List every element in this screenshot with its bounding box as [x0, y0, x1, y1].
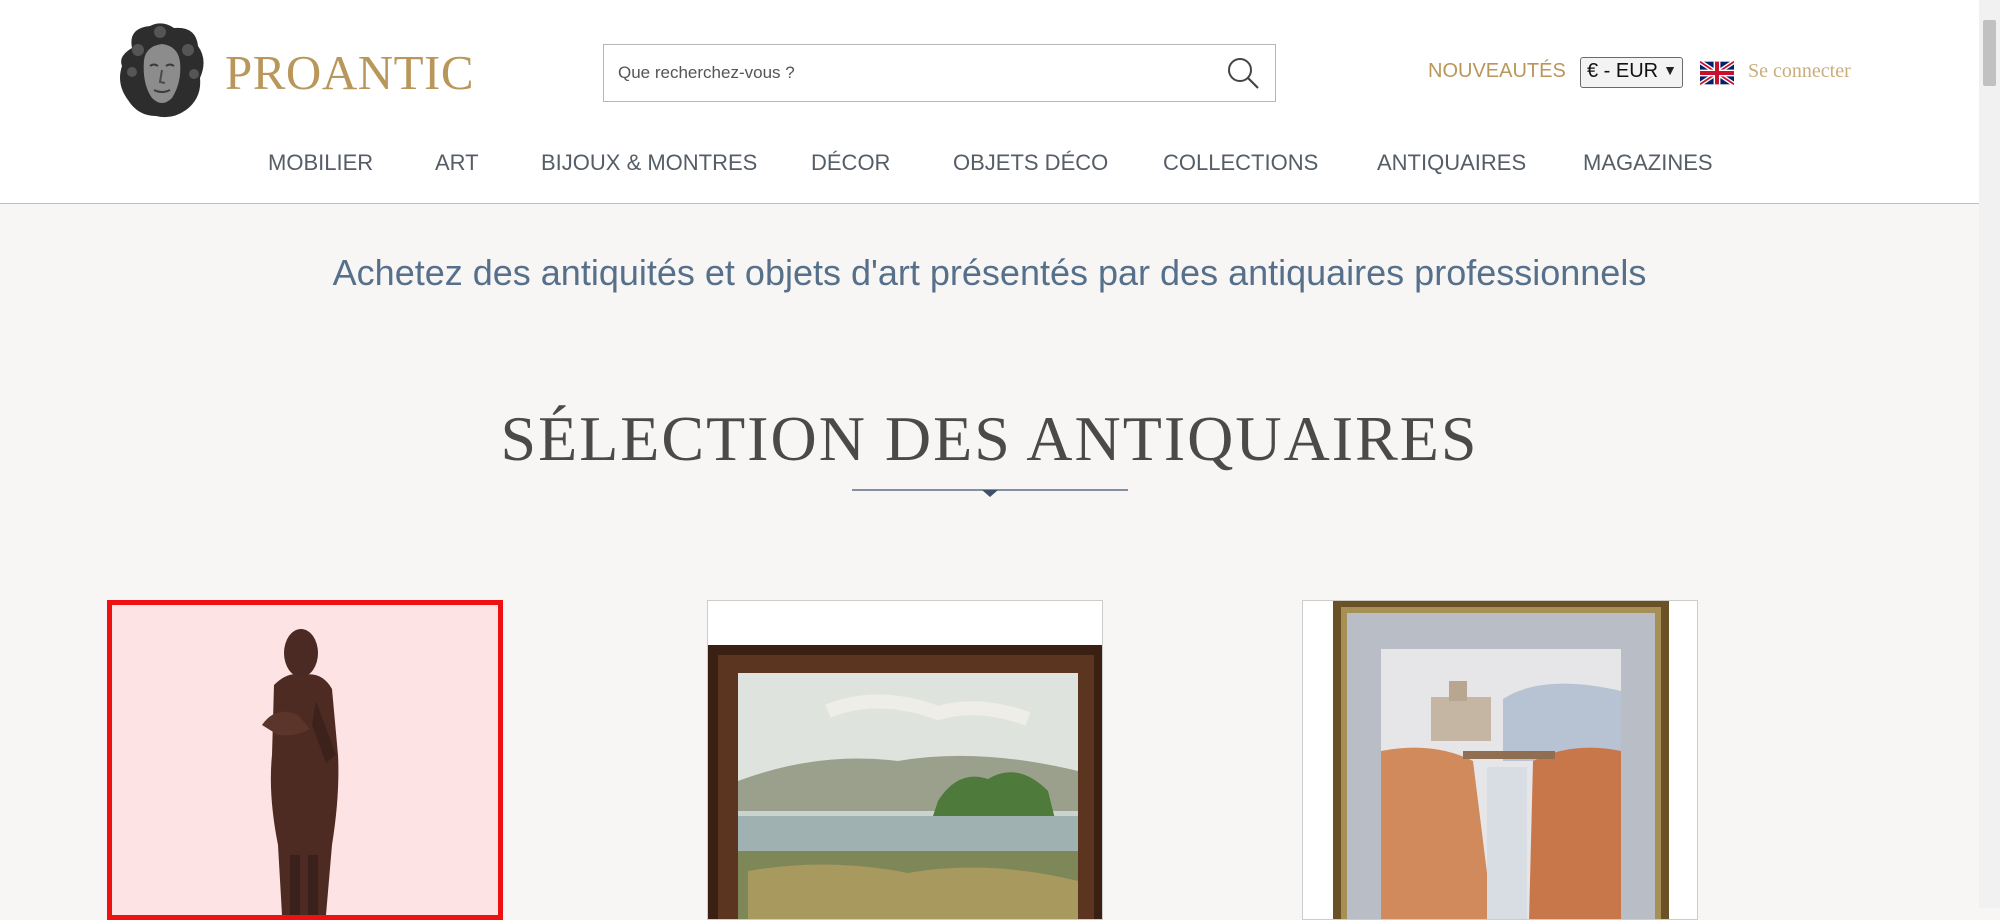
nav-item-bijoux-montres[interactable]: BIJOUX & MONTRES [541, 150, 757, 176]
nav-item-magazines[interactable]: MAGAZINES [1583, 150, 1713, 176]
nav-item-objets-deco[interactable]: OBJETS DÉCO [953, 150, 1108, 176]
nav-item-decor[interactable]: DÉCOR [811, 150, 890, 176]
currency-select[interactable]: € - EUR ▼ [1580, 57, 1683, 88]
nav-item-collections[interactable]: COLLECTIONS [1163, 150, 1318, 176]
nav-item-antiquaires[interactable]: ANTIQUAIRES [1377, 150, 1526, 176]
main-nav: MOBILIER ART BIJOUX & MONTRES DÉCOR OBJE… [0, 150, 1979, 180]
product-card-3[interactable] [1302, 600, 1698, 920]
logo-text[interactable]: PROANTIC [225, 44, 474, 101]
chevron-down-icon: ▼ [1663, 62, 1677, 78]
nav-item-mobilier[interactable]: MOBILIER [268, 150, 373, 176]
product-card-1[interactable] [107, 600, 503, 920]
page-tagline: Achetez des antiquités et objets d'art p… [332, 252, 1647, 293]
scrollbar-thumb[interactable] [1983, 20, 1996, 86]
carved-figure-image [112, 605, 498, 915]
search-box [603, 44, 1276, 102]
vertical-scrollbar[interactable] [1979, 0, 2000, 908]
nav-item-art[interactable]: ART [435, 150, 479, 176]
login-link[interactable]: Se connecter [1748, 60, 1851, 83]
uk-flag-icon[interactable] [1698, 59, 1736, 87]
title-divider [852, 484, 1128, 500]
product-card-2[interactable] [707, 600, 1103, 920]
nouveautes-link[interactable]: NOUVEAUTÉS [1428, 60, 1566, 83]
search-input[interactable] [616, 45, 1206, 100]
watercolor-painting-image [1303, 601, 1697, 919]
currency-value: € - EUR [1587, 60, 1659, 82]
landscape-painting-image [708, 601, 1102, 919]
search-icon[interactable] [1225, 55, 1261, 91]
site-header: PROANTIC NOUVEAUTÉS € - EUR ▼ Se connect… [0, 0, 1979, 204]
section-title: SÉLECTION DES ANTIQUAIRES [500, 403, 1479, 474]
sculpted-head-logo-icon[interactable] [110, 20, 210, 122]
